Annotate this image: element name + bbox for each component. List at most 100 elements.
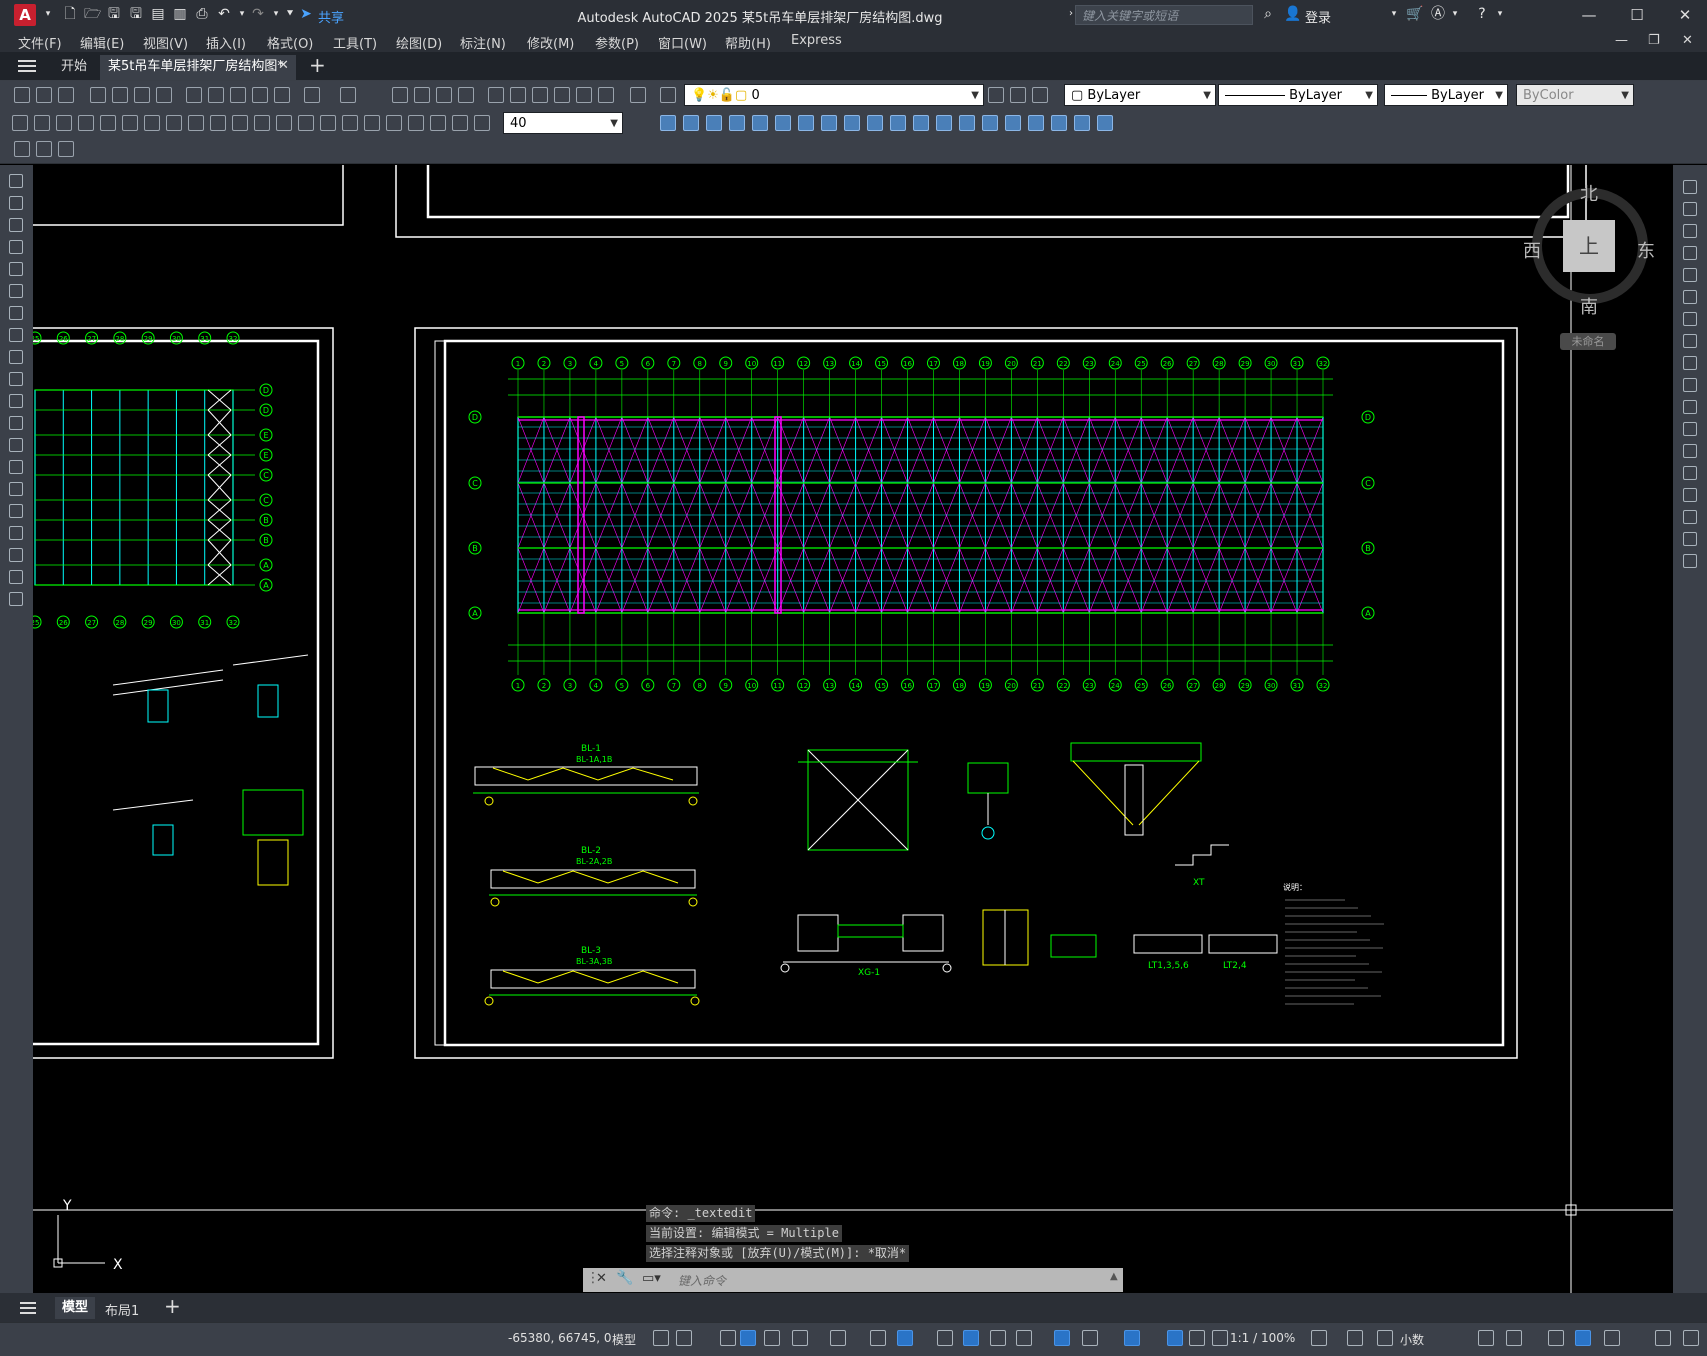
draw-tool-1-icon[interactable] [9, 174, 23, 188]
draw-tool-5-icon[interactable] [9, 262, 23, 276]
draw-tool-11-icon[interactable] [9, 394, 23, 408]
dynamic-ucs-icon[interactable] [1054, 1330, 1070, 1346]
modify-tool-14-icon[interactable] [959, 115, 975, 131]
coordinates-readout[interactable]: -65380, 66745, 0 [508, 1331, 612, 1345]
plot-icon[interactable] [90, 87, 106, 103]
command-input[interactable]: 键入命令 [678, 1272, 726, 1289]
model-space-toggle[interactable]: 模型 [612, 1331, 636, 1348]
dimension-tool-1-icon[interactable] [12, 115, 28, 131]
draw-tool-20-icon[interactable] [9, 592, 23, 606]
dimension-tool-18-icon[interactable] [386, 115, 402, 131]
command-history-toggle-icon[interactable]: ▲ [1110, 1271, 1118, 1282]
file-tabs-menu-icon[interactable] [18, 57, 36, 75]
undo-dropdown-icon[interactable]: ▾ [234, 6, 250, 22]
menu-express[interactable]: Express [791, 33, 842, 48]
properties-icon[interactable] [488, 87, 504, 103]
modify-tool-palette-8-icon[interactable] [1683, 334, 1697, 348]
dimension-tool-3-icon[interactable] [56, 115, 72, 131]
draw-tool-18-icon[interactable] [9, 548, 23, 562]
command-customize-icon[interactable]: 🔧 [616, 1270, 633, 1286]
modify-tool-13-icon[interactable] [936, 115, 952, 131]
menu-parametric[interactable]: 参数(P) [595, 33, 639, 52]
help-icon[interactable]: ? [1474, 6, 1490, 22]
units-icon[interactable] [1377, 1330, 1393, 1346]
help-dropdown-icon[interactable]: ▾ [1492, 6, 1508, 22]
cut-icon[interactable] [186, 87, 202, 103]
modify-tool-palette-15-icon[interactable] [1683, 488, 1697, 502]
hardware-acceleration-icon[interactable] [1575, 1330, 1591, 1346]
polar-icon[interactable] [792, 1330, 808, 1346]
dimension-tool-14-icon[interactable] [298, 115, 314, 131]
draw-tool-13-icon[interactable] [9, 438, 23, 452]
modify-tool-1-icon[interactable] [660, 115, 676, 131]
modify-tool-palette-10-icon[interactable] [1683, 378, 1697, 392]
command-line[interactable] [583, 1268, 1123, 1292]
modify-tool-2-icon[interactable] [683, 115, 699, 131]
draw-tool-4-icon[interactable] [9, 240, 23, 254]
dimension-tool-12-icon[interactable] [254, 115, 270, 131]
modify-tool-3-icon[interactable] [706, 115, 722, 131]
modify-tool-6-icon[interactable] [775, 115, 791, 131]
command-close-icon[interactable]: ✕ [596, 1271, 607, 1286]
customization-icon[interactable] [1683, 1330, 1699, 1346]
annotation-scale[interactable]: 1:1 / 100% [1230, 1331, 1295, 1345]
search-input[interactable]: 键入关键字或短语 [1075, 5, 1253, 25]
save-icon[interactable]: 🖫 [106, 6, 122, 22]
layer-tool-1-icon[interactable] [14, 141, 30, 157]
ortho-icon[interactable] [764, 1330, 780, 1346]
dynamic-input-icon[interactable] [740, 1330, 756, 1346]
layer-properties-icon[interactable] [660, 87, 676, 103]
modify-tool-8-icon[interactable] [821, 115, 837, 131]
draw-tool-2-icon[interactable] [9, 196, 23, 210]
match-properties-icon[interactable] [252, 87, 268, 103]
close-tab-icon[interactable]: ✕ [278, 58, 289, 73]
modify-tool-palette-11-icon[interactable] [1683, 400, 1697, 414]
close-window-icon[interactable]: ✕ [1670, 4, 1700, 26]
units-dropdown[interactable]: 小数 [1400, 1331, 1424, 1348]
ucs-menu[interactable]: 未命名 [1560, 333, 1616, 350]
modify-tool-7-icon[interactable] [798, 115, 814, 131]
infer-icon[interactable] [720, 1330, 736, 1346]
layout-menu-icon[interactable] [20, 1299, 36, 1317]
redo-icon[interactable] [340, 87, 356, 103]
modify-tool-palette-12-icon[interactable] [1683, 422, 1697, 436]
layer-tool-3-icon[interactable] [58, 141, 74, 157]
object-snap-tracking-icon[interactable] [870, 1330, 886, 1346]
zoom-realtime-icon[interactable] [414, 87, 430, 103]
dimension-tool-5-icon[interactable] [100, 115, 116, 131]
text-height-dropdown[interactable]: 40 ▼ [503, 112, 623, 134]
copy-icon[interactable] [208, 87, 224, 103]
draw-tool-6-icon[interactable] [9, 284, 23, 298]
menu-dimension[interactable]: 标注(N) [460, 33, 506, 52]
menu-edit[interactable]: 编辑(E) [80, 33, 124, 52]
clean-screen-icon[interactable] [1604, 1330, 1620, 1346]
selection-cycling-icon[interactable] [990, 1330, 1006, 1346]
full-screen-icon[interactable] [1655, 1330, 1671, 1346]
lineweight-dropdown[interactable]: ByLayer ▼ [1384, 84, 1508, 106]
dimension-tool-17-icon[interactable] [364, 115, 380, 131]
customize-quick-access-icon[interactable]: ⯆ [282, 6, 298, 22]
modify-tool-15-icon[interactable] [982, 115, 998, 131]
grid-icon[interactable] [653, 1330, 669, 1346]
compass-north[interactable]: 北 [1580, 180, 1598, 206]
user-icon[interactable]: 👤 [1284, 6, 1301, 22]
menu-format[interactable]: 格式(O) [267, 33, 313, 52]
annotation-visibility-icon[interactable] [1167, 1330, 1183, 1346]
app-menu-chevron-icon[interactable]: ▾ [40, 6, 56, 22]
web-mobile-save-icon[interactable]: ▥ [172, 6, 188, 22]
compass-west[interactable]: 西 [1523, 237, 1541, 263]
pan-icon[interactable] [392, 87, 408, 103]
tab-drawing[interactable]: 某5t吊车单层排架厂房结构图* [100, 55, 296, 80]
draw-tool-3-icon[interactable] [9, 218, 23, 232]
tool-palettes-icon[interactable] [532, 87, 548, 103]
modify-tool-palette-5-icon[interactable] [1683, 268, 1697, 282]
new-file-icon[interactable]: 🗋 [62, 6, 78, 22]
dimension-tool-16-icon[interactable] [342, 115, 358, 131]
layer-state-icon[interactable] [1032, 87, 1048, 103]
calculator-icon[interactable] [598, 87, 614, 103]
autodesk-a360-icon[interactable]: Ⓐ [1430, 6, 1446, 22]
design-center-icon[interactable] [510, 87, 526, 103]
modify-tool-19-icon[interactable] [1074, 115, 1090, 131]
quick-properties-icon[interactable] [1478, 1330, 1494, 1346]
autocad-logo-icon[interactable]: A [14, 4, 36, 26]
